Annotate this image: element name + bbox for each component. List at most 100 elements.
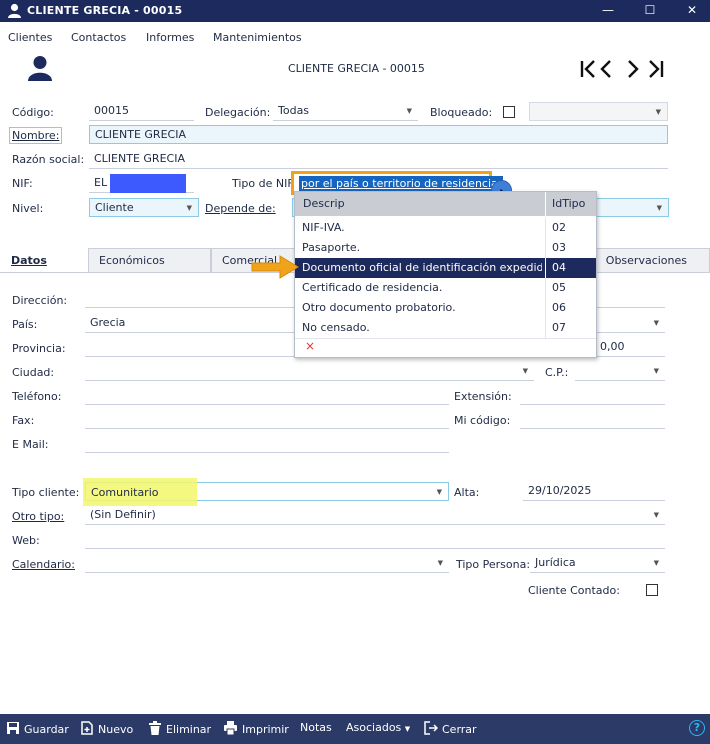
minimize-button[interactable]: — (590, 0, 626, 22)
otro-tipo-label[interactable]: Otro tipo: (12, 510, 64, 523)
dropdown-option[interactable]: No censado. 07 (295, 318, 596, 338)
dropdown-option[interactable]: Certificado de residencia. 05 (295, 278, 596, 298)
option-idtipo: 06 (552, 301, 566, 314)
bottom-toolbar: Guardar Nuevo Eliminar Imprimir Notas As… (0, 714, 710, 744)
alta-label: Alta: (454, 486, 480, 499)
imprimir-button[interactable]: Imprimir (223, 721, 289, 736)
dropdown-arrow-icon: ▼ (437, 559, 443, 567)
dropdown-arrow-icon: ▼ (436, 488, 442, 496)
clear-selection-icon[interactable]: × (305, 339, 315, 353)
web-field[interactable] (85, 530, 665, 549)
nuevo-button[interactable]: Nuevo (80, 721, 133, 736)
new-document-icon (81, 721, 93, 735)
razon-social-label: Razón social: (12, 153, 85, 166)
pais-label: País: (12, 318, 38, 331)
maximize-button[interactable]: ☐ (632, 0, 668, 22)
tipo-persona-select[interactable]: Jurídica ▼ (530, 554, 665, 573)
descrip-column-header[interactable]: Descrip (303, 194, 345, 214)
nif-redaction-box (110, 174, 186, 193)
ciudad-label: Ciudad: (12, 366, 55, 379)
bloqueado-motivo-select[interactable]: ▼ (529, 102, 668, 121)
close-button[interactable]: ✕ (674, 0, 710, 22)
tab-observaciones[interactable]: Observaciones (588, 248, 710, 273)
fax-label: Fax: (12, 414, 35, 427)
depende-de-label[interactable]: Depende de: (205, 202, 276, 215)
record-navigation (580, 60, 664, 78)
tipo-nif-dropdown: Descrip IdTipo NIF-IVA. 02 Pasaporte. 03 Doc… (294, 191, 597, 358)
fax-field[interactable] (85, 410, 449, 429)
option-idtipo: 02 (552, 221, 566, 234)
menu-informes[interactable]: Informes (146, 31, 194, 44)
idtipo-column-header[interactable]: IdTipo (552, 194, 585, 214)
dropdown-footer-divider (295, 338, 596, 339)
tipo-nif-value: por el país o territorio de residencia. (299, 176, 504, 191)
calendario-select[interactable]: ▼ (85, 554, 449, 573)
extension-label: Extensión: (454, 390, 512, 403)
provincia-right-field[interactable]: 0,00 (595, 338, 665, 357)
delegacion-select[interactable]: Todas ▼ (273, 102, 418, 121)
option-descrip: Pasaporte. (302, 241, 361, 254)
cliente-contado-checkbox[interactable] (646, 584, 658, 596)
eliminar-label: Eliminar (166, 723, 212, 736)
user-icon (8, 3, 21, 18)
column-divider (545, 238, 546, 258)
ciudad-select[interactable]: ▼ (85, 362, 534, 381)
email-field[interactable] (85, 434, 449, 453)
notas-button[interactable]: Notas (300, 721, 332, 734)
window-title: CLIENTE GRECIA - 00015 (27, 4, 183, 17)
extension-field[interactable] (520, 386, 665, 405)
tipo-cliente-value: Comunitario (91, 486, 159, 499)
printer-icon (224, 721, 237, 735)
tipo-cliente-label: Tipo cliente: (12, 486, 80, 499)
guardar-button[interactable]: Guardar (6, 721, 69, 736)
dropdown-option[interactable]: Documento oficial de identificación expe… (295, 258, 596, 278)
help-icon[interactable]: ? (689, 720, 705, 736)
provincia-label: Provincia: (12, 342, 66, 355)
dropdown-option[interactable]: Pasaporte. 03 (295, 238, 596, 258)
razon-social-field[interactable]: CLIENTE GRECIA (89, 150, 668, 169)
dropdown-option[interactable]: Otro documento probatorio. 06 (295, 298, 596, 318)
dropdown-arrow-icon: ▼ (522, 367, 528, 375)
calendario-label[interactable]: Calendario: (12, 558, 75, 571)
otro-tipo-select[interactable]: (Sin Definir) ▼ (85, 506, 665, 525)
menu-mantenimientos[interactable]: Mantenimientos (213, 31, 302, 44)
pointer-arrow-icon (251, 255, 299, 279)
cerrar-button[interactable]: Cerrar (424, 721, 477, 736)
nivel-select[interactable]: Cliente ▼ (89, 198, 199, 217)
dropdown-arrow-icon: ▼ (656, 204, 662, 212)
option-descrip: Certificado de residencia. (302, 281, 443, 294)
tipo-persona-label: Tipo Persona: (456, 558, 531, 571)
column-divider (545, 318, 546, 338)
nivel-value: Cliente (95, 201, 134, 214)
dropdown-arrow-icon: ▼ (186, 204, 192, 212)
tab-economicos[interactable]: Económicos (88, 248, 211, 273)
option-idtipo: 04 (552, 261, 566, 274)
dropdown-arrow-icon: ▼ (653, 511, 659, 519)
column-divider (545, 258, 546, 278)
menu-clientes[interactable]: Clientes (8, 31, 52, 44)
telefono-field[interactable] (85, 386, 449, 405)
tab-datos[interactable]: Datos (0, 248, 88, 273)
nombre-field[interactable]: CLIENTE GRECIA (89, 125, 668, 144)
save-icon (7, 722, 19, 734)
provincia-field[interactable] (85, 338, 295, 357)
dropdown-option[interactable]: NIF-IVA. 02 (295, 218, 596, 238)
alta-date-field[interactable]: 29/10/2025 (523, 482, 665, 501)
web-label: Web: (12, 534, 40, 547)
menu-contactos[interactable]: Contactos (71, 31, 126, 44)
option-descrip: Documento oficial de identificación expe… (302, 261, 542, 274)
eliminar-button[interactable]: Eliminar (148, 721, 211, 736)
asociados-button[interactable]: Asociados ▼ (346, 721, 410, 734)
nif-value: EL (94, 176, 108, 189)
bloqueado-checkbox[interactable] (503, 106, 515, 118)
mi-codigo-field[interactable] (520, 410, 665, 429)
cp-select[interactable]: ▼ (575, 362, 665, 381)
dropdown-arrow-icon: ▼ (406, 107, 412, 115)
telefono-label: Teléfono: (12, 390, 62, 403)
dropdown-arrow-icon: ▼ (653, 367, 659, 375)
cp-label: C.P.: (545, 366, 569, 379)
imprimir-label: Imprimir (242, 723, 289, 736)
title-bar: CLIENTE GRECIA - 00015 — ☐ ✕ (0, 0, 710, 22)
codigo-field[interactable]: 00015 (89, 102, 194, 121)
asociados-label: Asociados (346, 721, 402, 734)
